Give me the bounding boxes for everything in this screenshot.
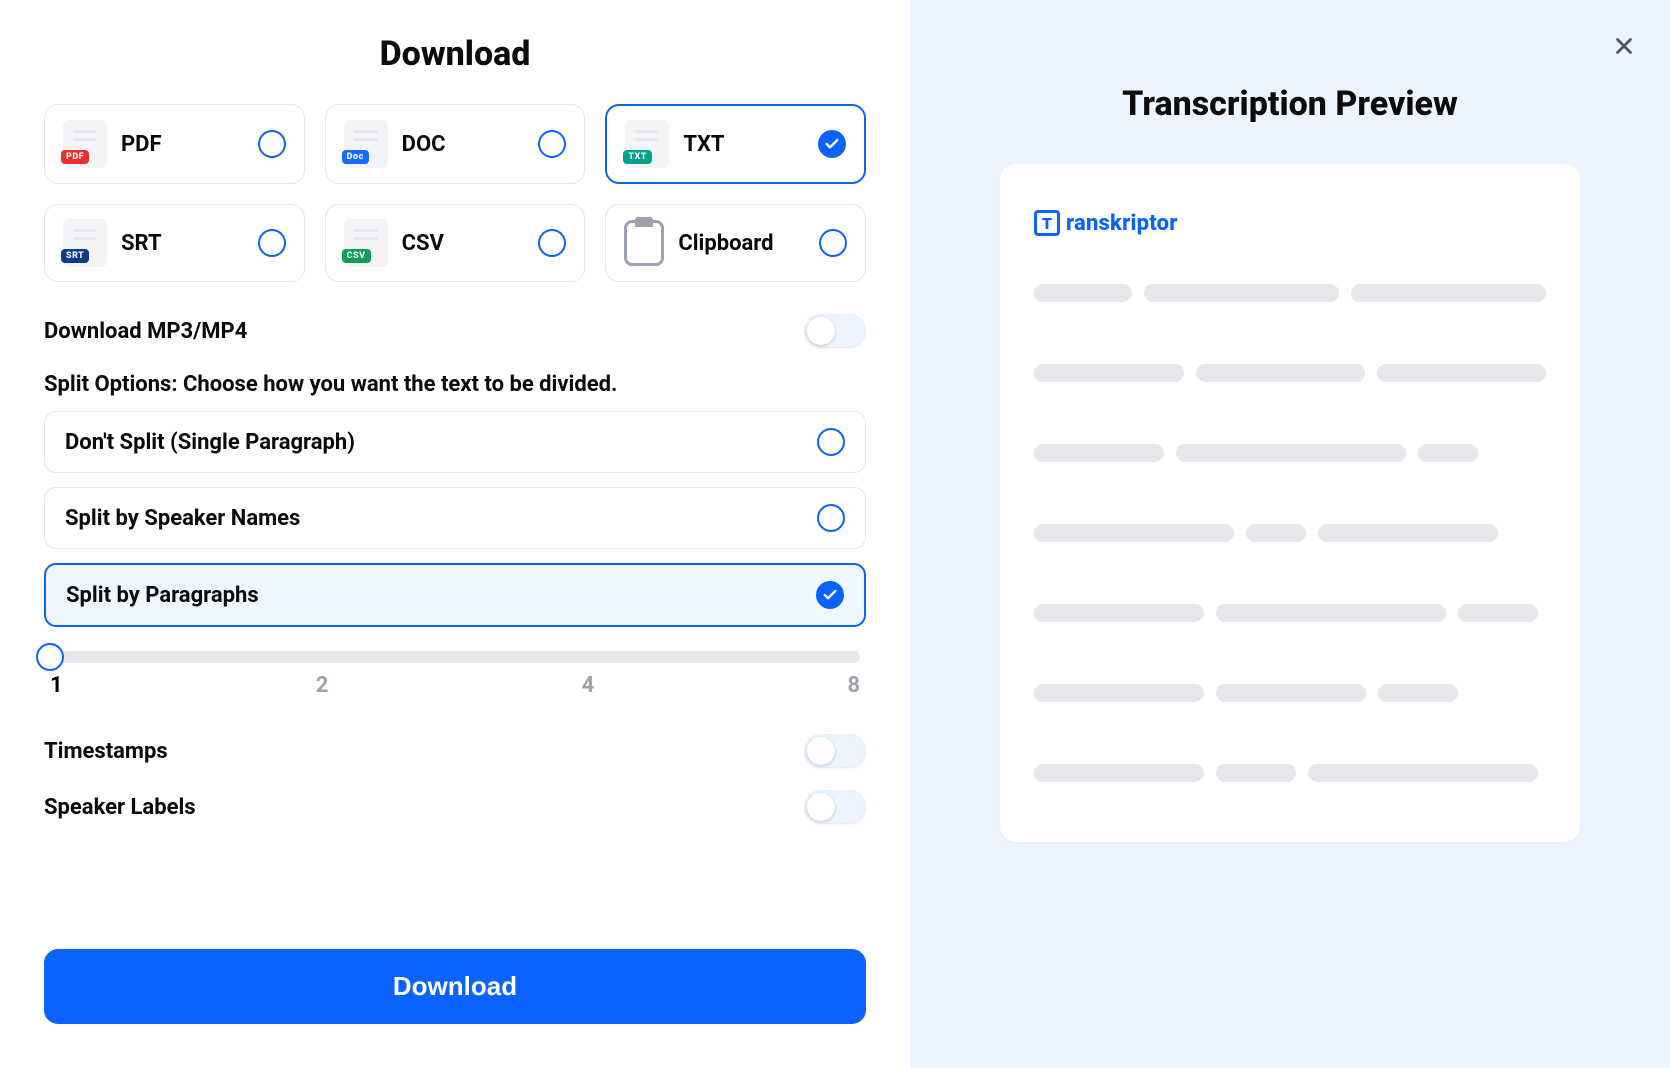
brand: T ranskriptor: [1034, 210, 1546, 236]
panel-title: Download: [44, 34, 866, 74]
radio-icon: [819, 229, 847, 257]
radio-icon: [817, 428, 845, 456]
preview-title: Transcription Preview: [1122, 84, 1458, 124]
option-label: Don't Split (Single Paragraph): [65, 430, 355, 455]
radio-icon: [258, 229, 286, 257]
paragraph-slider: 1 2 4 8: [50, 651, 860, 698]
pdf-file-icon: PDF: [63, 120, 107, 168]
format-grid: PDF PDF Doc DOC TXT: [44, 104, 866, 282]
preview-panel: Transcription Preview T ranskriptor: [910, 0, 1670, 1068]
radio-checked-icon: [818, 130, 846, 158]
srt-file-icon: SRT: [63, 219, 107, 267]
mp3-toggle-row: Download MP3/MP4: [44, 314, 866, 348]
slider-track[interactable]: [50, 651, 860, 663]
close-button[interactable]: [1606, 28, 1642, 64]
tick-1: 1: [50, 673, 63, 698]
preview-card: T ranskriptor: [1000, 164, 1580, 842]
close-icon: [1611, 33, 1637, 59]
speaker-labels-toggle[interactable]: [804, 790, 866, 824]
radio-icon: [538, 229, 566, 257]
format-label: CSV: [402, 231, 444, 256]
format-label: TXT: [683, 132, 724, 157]
txt-file-icon: TXT: [625, 120, 669, 168]
format-csv[interactable]: CSV CSV: [325, 204, 586, 282]
speaker-labels-row: Speaker Labels: [44, 790, 866, 824]
clipboard-icon: [624, 220, 664, 266]
speaker-labels-label: Speaker Labels: [44, 795, 196, 820]
format-doc[interactable]: Doc DOC: [325, 104, 586, 184]
split-option-none[interactable]: Don't Split (Single Paragraph): [44, 411, 866, 473]
split-heading: Split Options: Choose how you want the t…: [44, 372, 866, 397]
brand-text: ranskriptor: [1066, 211, 1178, 236]
option-label: Split by Paragraphs: [66, 583, 259, 608]
mp3-label: Download MP3/MP4: [44, 319, 247, 344]
timestamps-row: Timestamps: [44, 734, 866, 768]
tick-4: 4: [582, 673, 595, 698]
csv-file-icon: CSV: [344, 219, 388, 267]
split-option-speaker[interactable]: Split by Speaker Names: [44, 487, 866, 549]
tick-8: 8: [847, 673, 860, 698]
slider-thumb[interactable]: [36, 643, 64, 671]
split-option-paragraph[interactable]: Split by Paragraphs: [44, 563, 866, 627]
option-label: Split by Speaker Names: [65, 506, 300, 531]
tick-2: 2: [316, 673, 329, 698]
format-clipboard[interactable]: Clipboard: [605, 204, 866, 282]
doc-file-icon: Doc: [344, 120, 388, 168]
brand-mark-icon: T: [1034, 210, 1060, 236]
format-label: SRT: [121, 231, 162, 256]
timestamps-toggle[interactable]: [804, 734, 866, 768]
split-options: Don't Split (Single Paragraph) Split by …: [44, 411, 866, 627]
mp3-toggle[interactable]: [804, 314, 866, 348]
format-srt[interactable]: SRT SRT: [44, 204, 305, 282]
format-pdf[interactable]: PDF PDF: [44, 104, 305, 184]
download-button[interactable]: Download: [44, 949, 866, 1024]
radio-icon: [817, 504, 845, 532]
radio-checked-icon: [816, 581, 844, 609]
format-label: Clipboard: [678, 231, 773, 256]
download-panel: Download PDF PDF Doc DOC: [0, 0, 910, 1068]
radio-icon: [538, 130, 566, 158]
radio-icon: [258, 130, 286, 158]
timestamps-label: Timestamps: [44, 739, 168, 764]
format-txt[interactable]: TXT TXT: [605, 104, 866, 184]
placeholder-lines: [1034, 284, 1546, 782]
slider-ticks: 1 2 4 8: [50, 673, 860, 698]
format-label: PDF: [121, 132, 162, 157]
format-label: DOC: [402, 132, 446, 157]
